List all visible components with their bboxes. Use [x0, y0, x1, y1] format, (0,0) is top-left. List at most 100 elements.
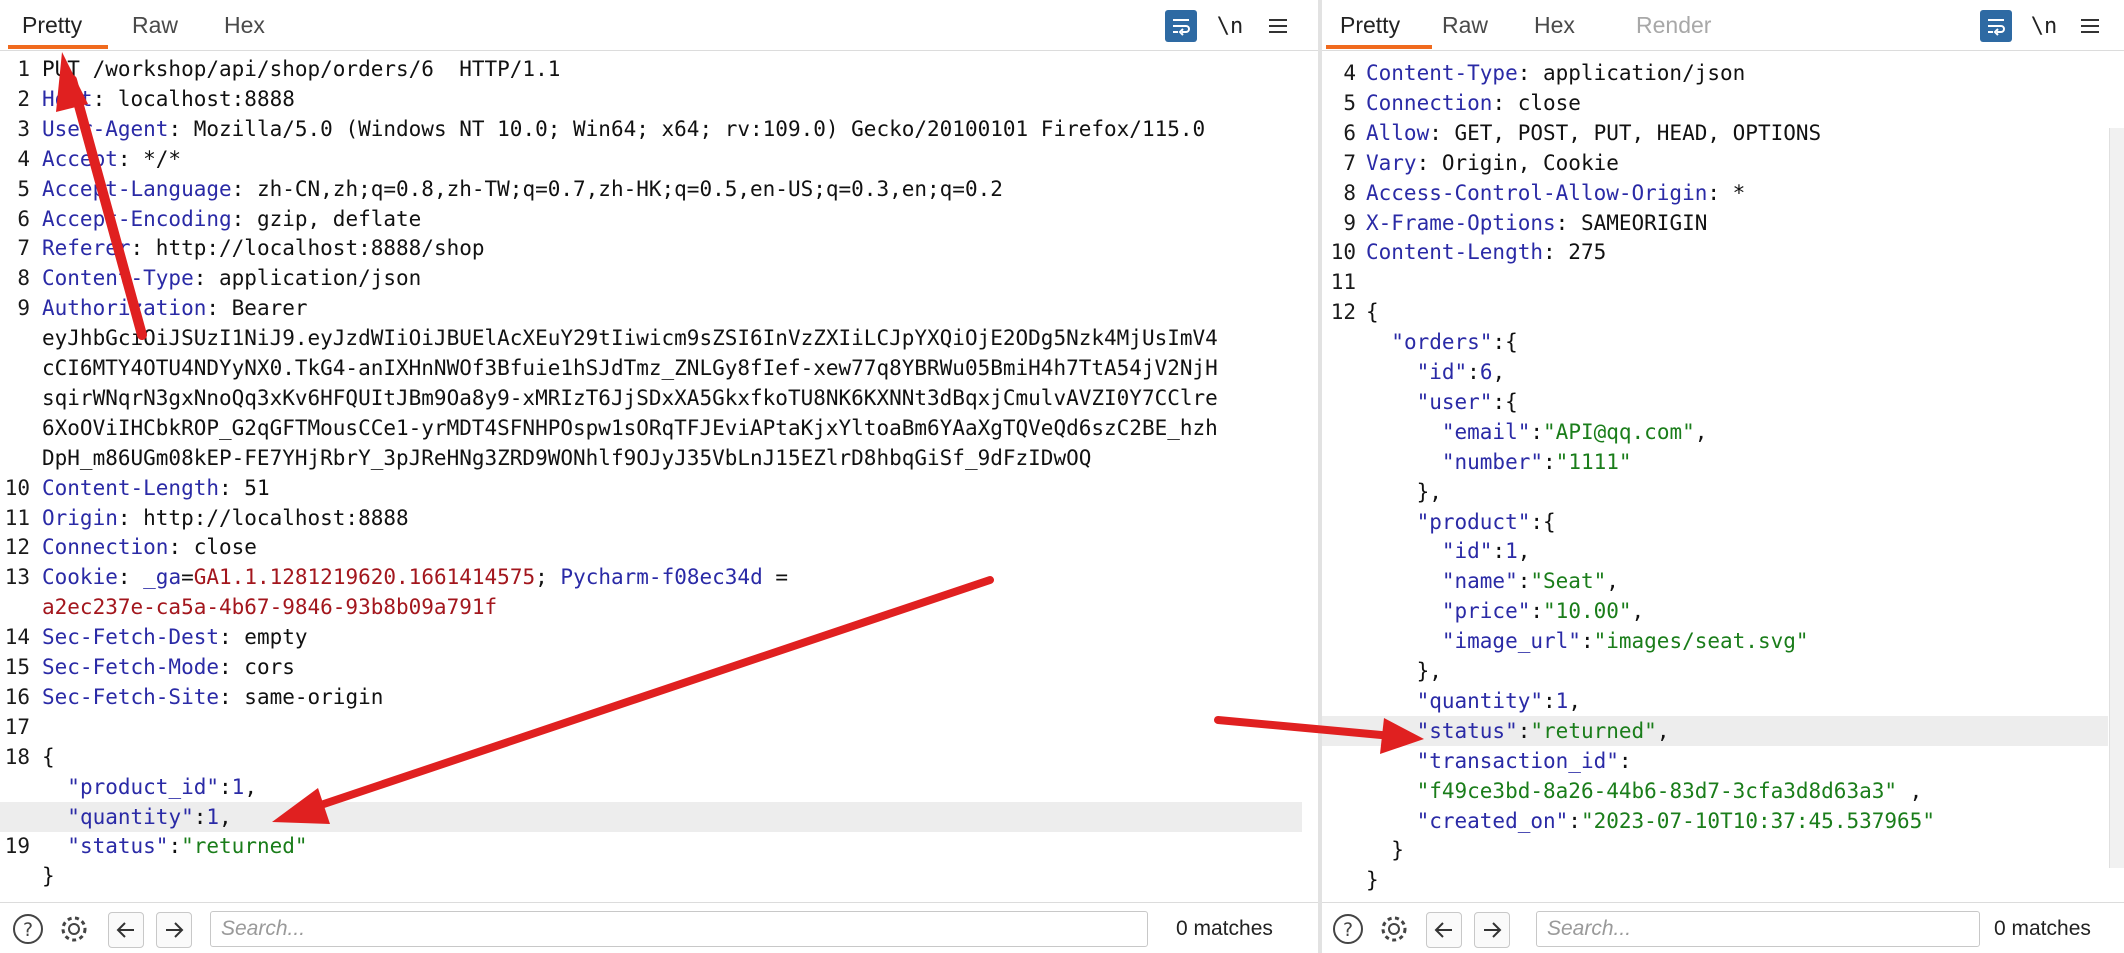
- code-token: Accept: [42, 146, 118, 171]
- code-token: GA1.1.1281219620.1661414575: [193, 565, 536, 590]
- code-token: "2023-07-10T10:37:45.537965": [1580, 808, 1935, 833]
- vertical-scrollbar[interactable]: [2109, 128, 2124, 868]
- hamburger-menu-icon[interactable]: [2074, 10, 2106, 42]
- tab-render[interactable]: Render: [1636, 12, 1711, 39]
- line-content: "status":"returned": [42, 831, 307, 861]
- code-token: : *: [1707, 180, 1746, 205]
- code-token: "quantity": [1416, 688, 1544, 713]
- code-line: 6XoOViIHCbkROP_G2qGFTMousCCe1-yrMDT4SFNH…: [0, 413, 1302, 443]
- tab-pretty[interactable]: Pretty: [22, 12, 82, 39]
- code-line: a2ec237e-ca5a-4b67-9846-93b8b09a791f: [0, 592, 1302, 622]
- settings-gear-icon[interactable]: [1376, 912, 1412, 946]
- code-token: ,: [244, 774, 257, 799]
- previous-match-button[interactable]: [1426, 912, 1462, 948]
- code-line: "status":"returned",: [1322, 715, 2108, 746]
- search-input[interactable]: [211, 912, 1147, 946]
- word-wrap-icon[interactable]: [1165, 10, 1197, 42]
- code-token: : http://localhost:8888/shop: [130, 236, 485, 261]
- newline-icon[interactable]: \n: [1214, 10, 1246, 42]
- line-content: "product":{: [1366, 507, 1556, 537]
- newline-icon[interactable]: \n: [2028, 10, 2060, 42]
- line-number: 7: [17, 236, 30, 261]
- line-content: },: [1366, 656, 1442, 686]
- search-input[interactable]: [1537, 912, 1979, 946]
- code-line: "transaction_id":: [1322, 746, 2108, 776]
- code-token: :: [1530, 599, 1544, 624]
- code-line: 19 "status":"returned": [0, 831, 1302, 861]
- code-line: "f49ce3bd-8a26-44b6-83d7-3cfa3d8d63a3" ,: [1322, 776, 2108, 806]
- code-line: "quantity":1,: [0, 801, 1302, 832]
- code-token: 6XoOViIHCbkROP_G2qGFTMousCCe1-yrMDT4SFNH…: [42, 415, 1218, 440]
- tab-hex[interactable]: Hex: [224, 12, 265, 39]
- code-line: 2 Host: localhost:8888: [0, 84, 1302, 114]
- code-token: : zh-CN,zh;q=0.8,zh-TW;q=0.7,zh-HK;q=0.5…: [231, 176, 1003, 201]
- code-line: "created_on":"2023-07-10T10:37:45.537965…: [1322, 806, 2108, 836]
- code-token: _ga: [143, 565, 182, 590]
- line-content: "created_on":"2023-07-10T10:37:45.537965…: [1366, 806, 1935, 836]
- tab-raw[interactable]: Raw: [132, 12, 178, 39]
- line-content: "id":6,: [1366, 357, 1506, 387]
- code-line: "number":"1111": [1322, 447, 2108, 477]
- match-count: 0 matches: [1994, 917, 2091, 940]
- line-number: 1: [17, 57, 30, 81]
- code-token: =: [181, 565, 194, 590]
- line-content: PUT /workshop/api/shop/orders/6 HTTP/1.1: [42, 54, 560, 84]
- tab-pretty[interactable]: Pretty: [1340, 12, 1400, 39]
- code-token: :: [1467, 360, 1480, 384]
- word-wrap-icon[interactable]: [1980, 10, 2012, 42]
- code-token: {: [1366, 300, 1379, 325]
- code-token: : GET, POST, PUT, HEAD, OPTIONS: [1429, 120, 1822, 145]
- line-content: sqirWNqrN3gxNnoQq3xKv6HFQUItJBm9Oa8y9-xM…: [42, 383, 1218, 413]
- help-icon[interactable]: ?: [10, 912, 46, 946]
- active-tab-indicator: [8, 45, 108, 49]
- code-token: X-Frame-Options: [1366, 210, 1556, 235]
- code-token: :: [219, 774, 232, 799]
- code-token: "image_url": [1441, 629, 1581, 654]
- code-token: ,: [1568, 688, 1581, 713]
- code-token: Accept-Encoding: [42, 206, 232, 231]
- request-editor[interactable]: 1 PUT /workshop/api/shop/orders/6 HTTP/1.…: [0, 52, 1318, 903]
- line-content: Origin: http://localhost:8888: [42, 503, 409, 533]
- settings-gear-icon[interactable]: [56, 912, 92, 946]
- tab-hex[interactable]: Hex: [1534, 12, 1575, 39]
- line-number: 12: [4, 535, 30, 560]
- code-token: ,: [1656, 718, 1670, 743]
- line-content: Sec-Fetch-Mode: cors: [42, 652, 295, 682]
- help-icon[interactable]: ?: [1330, 912, 1366, 946]
- response-viewer[interactable]: 4 Content-Type: application/json 5 Connecti…: [1322, 52, 2124, 903]
- code-line: "name":"Seat",: [1322, 566, 2108, 596]
- response-search-box[interactable]: [1536, 911, 1980, 947]
- code-token: : cors: [219, 655, 295, 679]
- code-token: "Seat": [1530, 569, 1607, 594]
- code-line: 6 Allow: GET, POST, PUT, HEAD, OPTIONS: [1322, 118, 2108, 148]
- line-content: Host: localhost:8888: [42, 84, 295, 114]
- response-pane: Pretty Raw Hex Render \n 4 Content-Type: …: [1322, 0, 2124, 953]
- code-token: "transaction_id": [1416, 748, 1619, 773]
- line-number: 4: [1343, 61, 1356, 85]
- code-line: 8 Content-Type: application/json: [0, 263, 1302, 293]
- next-match-button[interactable]: [1474, 912, 1510, 948]
- request-search-box[interactable]: [210, 911, 1148, 947]
- code-line: 10 Content-Length: 275: [1322, 237, 2108, 267]
- hamburger-menu-icon[interactable]: [1262, 10, 1294, 42]
- line-content: Accept-Language: zh-CN,zh;q=0.8,zh-TW;q=…: [42, 174, 1003, 204]
- code-token: : empty: [219, 625, 308, 650]
- line-content: X-Frame-Options: SAMEORIGIN: [1366, 208, 1707, 238]
- previous-match-button[interactable]: [108, 912, 144, 948]
- next-match-button[interactable]: [156, 912, 192, 948]
- code-line: eyJhbGciOiJSUzI1NiJ9.eyJzdWIiOiJBUElAcXE…: [0, 323, 1302, 353]
- code-line: 11: [1322, 267, 2108, 297]
- code-token: "product": [1416, 509, 1531, 534]
- tab-raw[interactable]: Raw: [1442, 12, 1488, 39]
- code-line: cCI6MTY4OTU4NDYyNX0.TkG4-anIXHnNWOf3Bfui…: [0, 353, 1302, 383]
- code-line: sqirWNqrN3gxNnoQq3xKv6HFQUItJBm9Oa8y9-xM…: [0, 383, 1302, 413]
- line-content: "quantity":1,: [1366, 686, 1581, 716]
- code-line: 6 Accept-Encoding: gzip, deflate: [0, 204, 1302, 234]
